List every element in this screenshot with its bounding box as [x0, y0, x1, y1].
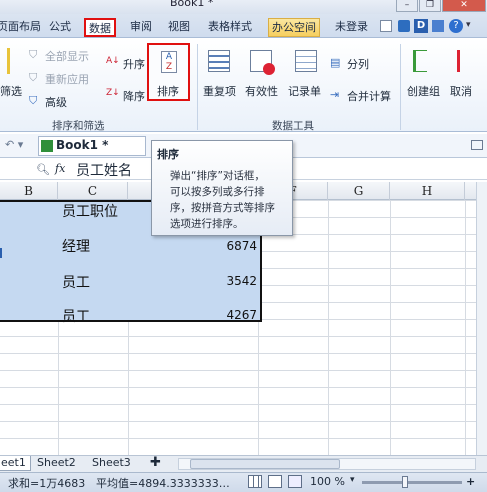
share-icon[interactable]	[398, 20, 410, 32]
tab-view[interactable]: 视图	[165, 18, 193, 37]
cell-salary-3[interactable]: 4267	[197, 308, 257, 322]
group-label-data-tools: 数据工具	[272, 120, 314, 132]
filter-icon[interactable]	[0, 48, 10, 74]
grid-line	[328, 200, 329, 455]
column-header-g[interactable]: G	[328, 182, 390, 200]
status-average: 平均值=4894.3333333…	[96, 477, 230, 490]
tab-table-style[interactable]: 表格样式	[205, 18, 255, 37]
cell-salary-2[interactable]: 3542	[197, 274, 257, 288]
restore-button[interactable]: ❐	[419, 0, 441, 12]
ungroup-button[interactable]: 取消	[450, 83, 472, 99]
validity-button[interactable]: 有效性	[245, 83, 278, 99]
sort-button[interactable]: AZ 排序	[147, 43, 190, 101]
chevron-down-icon[interactable]: ▾	[466, 20, 471, 30]
status-sum: 求和=1万4683	[8, 477, 86, 490]
create-group-button[interactable]: 创建组	[407, 83, 440, 99]
record-form-icon	[295, 50, 317, 72]
vertical-scrollbar[interactable]	[476, 182, 487, 455]
tooltip-title: 排序	[157, 148, 179, 161]
validity-icon	[250, 50, 275, 75]
grid-line	[390, 200, 391, 455]
cell-c-employee-2[interactable]: 员工	[62, 306, 90, 326]
filter-label[interactable]: 筛选	[0, 83, 22, 99]
tab-login[interactable]: 未登录	[332, 18, 371, 37]
duplicates-button[interactable]: 重复项	[203, 83, 236, 99]
cell-c-position-header[interactable]: 员工职位	[62, 201, 118, 221]
fx-icon[interactable]: fx	[55, 162, 65, 175]
page-layout-view-icon[interactable]	[268, 475, 282, 488]
cell-c-manager[interactable]: 经理	[62, 236, 90, 256]
sheet-tab-3[interactable]: Sheet3	[88, 456, 135, 471]
zoom-out-icon[interactable]: ▾	[350, 475, 355, 485]
formula-input[interactable]: 员工姓名	[76, 160, 132, 180]
tab-office-space[interactable]: 办公空间	[268, 18, 320, 37]
column-header-h[interactable]: H	[390, 182, 465, 200]
horizontal-scroll-thumb[interactable]	[190, 459, 340, 469]
sort-asc-icon: A↓	[106, 56, 120, 66]
sort-desc-button[interactable]: 降序	[123, 88, 145, 104]
help-icon[interactable]: ?	[449, 19, 463, 33]
zoom-icon[interactable]: 🔍︎	[36, 163, 50, 176]
undo-icon[interactable]: ↶ ▾	[5, 138, 23, 151]
sort-label: 排序	[157, 85, 179, 98]
sheet-tab-2[interactable]: Sheet2	[33, 456, 80, 471]
ungroup-icon	[457, 50, 469, 72]
group-separator	[400, 44, 401, 130]
tooltip-line: 弹出“排序”对话框，	[170, 170, 265, 182]
close-button[interactable]: ✕	[442, 0, 486, 12]
add-sheet-icon[interactable]: ✚	[146, 456, 165, 471]
merge-calc-icon: ⇥	[330, 88, 340, 101]
duplicates-icon	[208, 50, 230, 72]
tooltip-line: 序，按拼音方式等排序	[170, 202, 275, 214]
tab-page-layout[interactable]: 页面布局	[0, 18, 44, 37]
zoom-slider[interactable]	[362, 481, 462, 484]
advanced-filter-icon: ⛉	[29, 94, 38, 107]
sort-asc-button[interactable]: 升序	[123, 56, 145, 72]
tab-review[interactable]: 审阅	[127, 18, 155, 37]
sort-desc-icon: Z↓	[106, 88, 120, 98]
sort-icon: AZ	[161, 51, 177, 73]
show-all-button[interactable]: 全部显示	[45, 48, 89, 64]
cell-salary-1[interactable]: 6874	[197, 239, 257, 253]
record-form-button[interactable]: 记录单	[288, 83, 321, 99]
split-button[interactable]: 分列	[347, 56, 369, 72]
tab-formulas[interactable]: 公式	[46, 18, 74, 37]
split-icon: ▤	[330, 56, 341, 69]
zoom-in-icon[interactable]: +	[466, 475, 475, 488]
tab-data[interactable]: 数据	[84, 18, 116, 37]
funnel-icon: ⛉	[29, 48, 38, 61]
zoom-level[interactable]: 100 %	[310, 475, 345, 488]
merge-calc-button[interactable]: 合并计算	[347, 88, 391, 104]
column-header-c[interactable]: C	[58, 182, 128, 200]
group-label-sort-filter: 排序和筛选	[52, 120, 105, 132]
sheet-icon	[41, 140, 53, 152]
sheet-tab-1[interactable]: eet1	[0, 456, 31, 471]
restore-book-icon[interactable]	[471, 140, 483, 150]
refresh-icon: ⛉	[29, 71, 38, 84]
window-icon[interactable]	[380, 20, 392, 32]
zoom-slider-thumb[interactable]	[402, 476, 408, 488]
mail-icon[interactable]	[432, 20, 444, 32]
d-icon[interactable]: D	[414, 19, 428, 33]
column-header-b[interactable]: B	[0, 182, 58, 200]
tooltip-line: 可以按多列或多行排	[170, 186, 265, 198]
page-break-view-icon[interactable]	[288, 475, 302, 488]
advanced-button[interactable]: 高级	[45, 94, 67, 110]
group-separator	[197, 44, 198, 130]
window-title: Book1 *	[170, 0, 214, 9]
create-group-icon	[413, 50, 427, 72]
minimize-button[interactable]: –	[396, 0, 418, 12]
tooltip-line: 选项进行排序。	[170, 218, 244, 230]
cell-marker	[0, 248, 6, 258]
cell-c-employee[interactable]: 员工	[62, 272, 90, 292]
normal-view-icon[interactable]	[248, 475, 262, 488]
grid-line	[465, 200, 466, 455]
workbook-tab-label: Book1 *	[56, 138, 109, 152]
reapply-button[interactable]: 重新应用	[45, 71, 89, 87]
